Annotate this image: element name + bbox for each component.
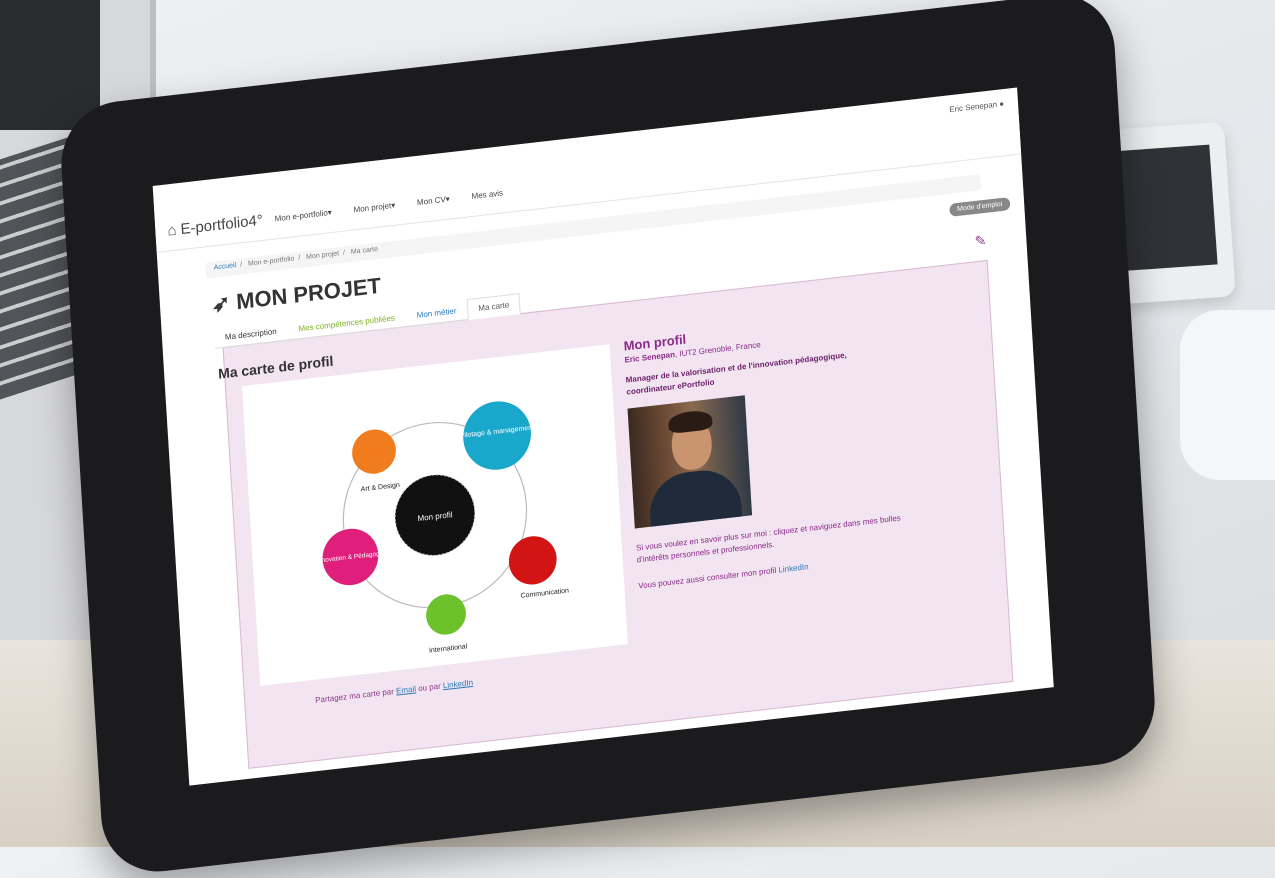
node-communication-label: Communication [520, 587, 569, 600]
nav-item-mon-cv[interactable]: Mon CV▾ [417, 194, 450, 207]
share-email-link[interactable]: Email [396, 684, 416, 695]
node-communication[interactable] [507, 534, 558, 587]
laptop-screen [0, 0, 100, 130]
profile-card-panel: Mon profil Pilotage & management Art & D… [222, 259, 1014, 769]
nav-items: Mon e-portfolio▾ Mon projet▾ Mon CV▾ Mes… [274, 188, 503, 223]
node-international-label: International [429, 643, 468, 654]
user-menu[interactable]: Eric Senepan ● [949, 99, 1004, 114]
nav-item-mon-eportfolio[interactable]: Mon e-portfolio▾ [274, 208, 332, 223]
brand[interactable]: ⌂ E-portfolio4° [167, 212, 263, 240]
home-icon: ⌂ [166, 221, 177, 240]
user-menu-label[interactable]: Eric Senepan [949, 100, 997, 114]
profile-linkedin-link[interactable]: LinkedIn [778, 562, 809, 574]
breadcrumb-item[interactable]: Accueil [214, 262, 237, 272]
user-icon: ● [998, 99, 1005, 109]
rocket-icon: ➶ [211, 289, 232, 318]
profile-map: Mon profil Pilotage & management Art & D… [241, 344, 628, 686]
edit-icon[interactable]: ✎ [974, 232, 987, 250]
profile-info: Mon profil Eric Senepan, IUT2 Grenoble, … [623, 299, 986, 592]
breadcrumb-item[interactable]: Mon projet [306, 250, 339, 261]
node-international[interactable] [425, 592, 467, 637]
background-cup [1180, 310, 1275, 480]
profile-photo [627, 395, 753, 529]
breadcrumb-item[interactable]: Mon e-portfolio [248, 255, 295, 267]
breadcrumb-item: Ma carte [350, 245, 379, 256]
photo-body [647, 466, 743, 529]
page-title-text: MON PROJET [235, 272, 382, 315]
tablet-device: Eric Senepan ● ⌂ E-portfolio4° Mon e-por… [57, 0, 1159, 878]
share-prefix: Partagez ma carte par [314, 686, 395, 705]
brand-label[interactable]: E-portfolio4° [180, 212, 263, 238]
share-linkedin-link[interactable]: LinkedIn [443, 678, 474, 690]
nav-item-mes-avis[interactable]: Mes avis [471, 188, 503, 201]
share-mid: ou par [417, 681, 441, 694]
nav-item-mon-projet[interactable]: Mon projet▾ [353, 201, 395, 215]
help-badge[interactable]: Mode d'emploi [948, 197, 1011, 217]
node-art-design-label: Art & Design [361, 482, 401, 493]
share-line: Partagez ma carte par Email ou par Linke… [315, 678, 473, 705]
tablet-screen: Eric Senepan ● ⌂ E-portfolio4° Mon e-por… [152, 87, 1054, 786]
profile-linkedin-prefix: Vous pouvez aussi consulter mon profil [638, 565, 777, 591]
profile-map-svg: Mon profil Pilotage & management Art & D… [316, 401, 569, 655]
